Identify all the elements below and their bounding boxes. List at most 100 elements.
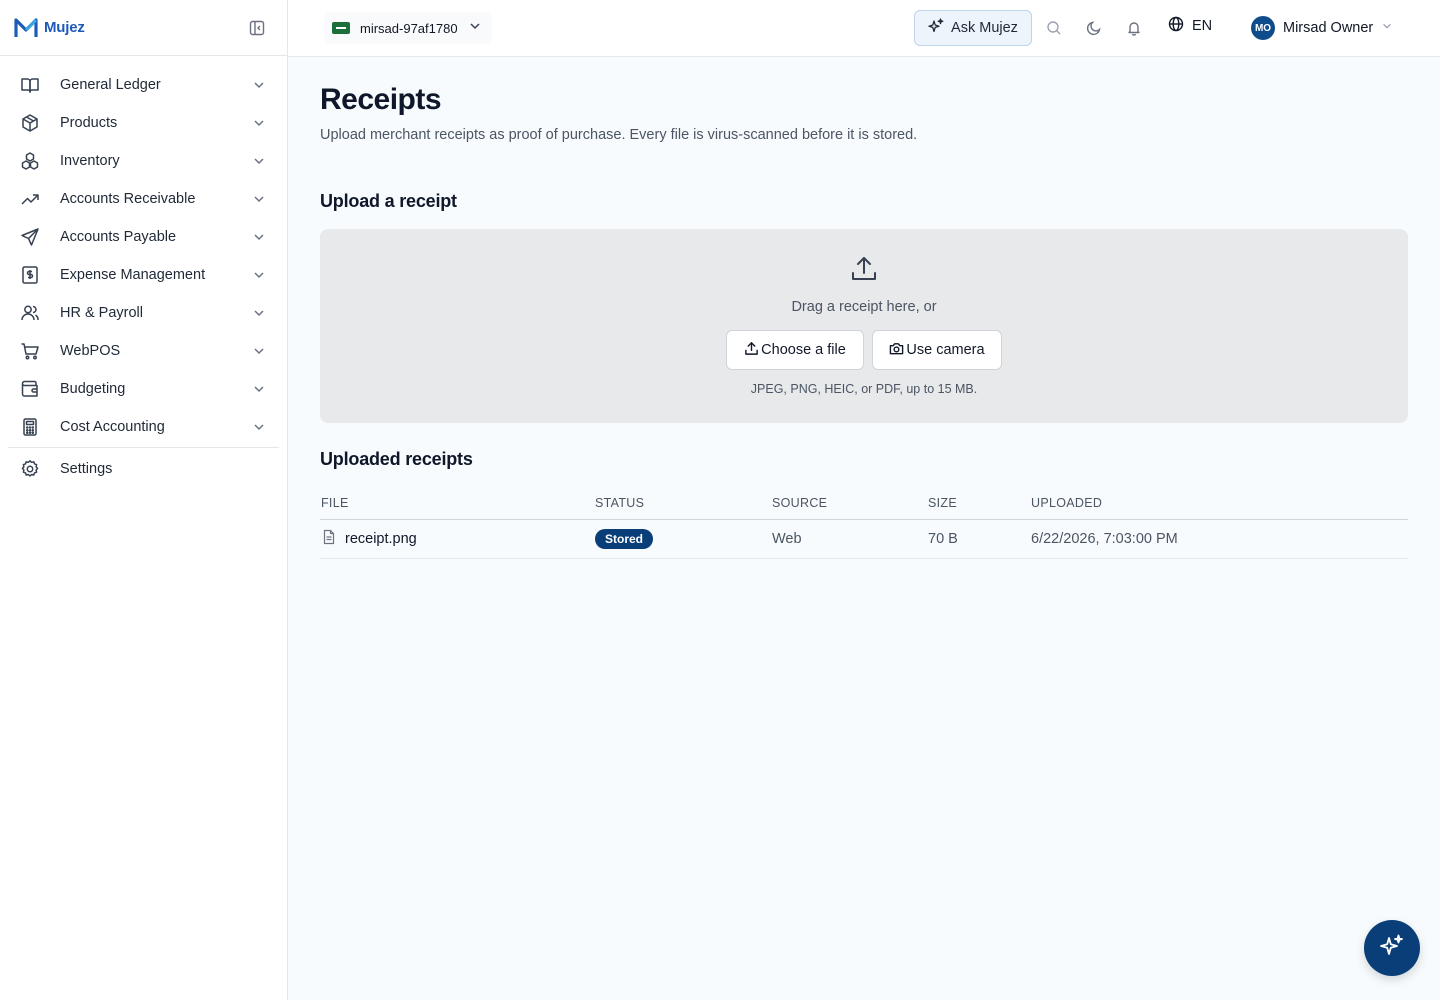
sidebar-item-cost-accounting[interactable]: Cost Accounting <box>8 408 279 446</box>
gear-icon <box>20 459 40 479</box>
sidebar-item-label: Settings <box>60 461 113 477</box>
chevron-down-icon <box>251 305 267 321</box>
ask-mujez-label: Ask Mujez <box>951 20 1018 36</box>
sidebar-item-label: Accounts Payable <box>60 229 177 245</box>
chevron-down-icon <box>251 267 267 283</box>
wallet-icon <box>20 379 40 399</box>
status-badge: Stored <box>595 529 654 549</box>
sidebar-item-products[interactable]: Products <box>8 104 279 142</box>
receipts-table: FILE STATUS SOURCE SIZE UPLOADED receipt… <box>320 487 1408 559</box>
topbar: mirsad-97af1780 Ask Mujez EN MO Mirsad O… <box>288 0 1440 57</box>
chevron-down-icon <box>251 77 267 93</box>
send-icon <box>20 227 40 247</box>
flag-icon <box>332 22 350 34</box>
org-name: mirsad-97af1780 <box>360 20 458 36</box>
receipt-dollar-icon <box>20 265 40 285</box>
mujez-logo-icon <box>14 17 38 37</box>
search-icon[interactable] <box>1044 18 1064 38</box>
calculator-icon <box>20 417 40 437</box>
sidebar-header: Mujez <box>0 0 287 56</box>
boxes-icon <box>20 151 40 171</box>
receipt-dropzone[interactable]: Drag a receipt here, or Choose a file Us… <box>320 229 1408 423</box>
column-header-source: SOURCE <box>772 496 828 510</box>
upload-heading: Upload a receipt <box>320 191 457 211</box>
avatar: MO <box>1251 16 1275 40</box>
user-name: Mirsad Owner <box>1283 20 1374 36</box>
sidebar-item-webpos[interactable]: WebPOS <box>8 332 279 370</box>
column-header-size: SIZE <box>928 496 957 510</box>
sidebar-item-label: Inventory <box>60 153 120 169</box>
dropzone-text: Drag a receipt here, or <box>791 299 937 315</box>
cell-uploaded: 6/22/2026, 7:03:00 PM <box>1031 531 1178 547</box>
chevron-down-icon <box>251 419 267 435</box>
chevron-down-icon <box>251 229 267 245</box>
sidebar-divider <box>8 447 279 448</box>
package-icon <box>20 113 40 133</box>
cell-status: Stored <box>595 529 772 549</box>
brand-logo[interactable]: Mujez <box>14 17 85 39</box>
brand-name: Mujez <box>44 19 85 36</box>
camera-icon <box>889 341 904 360</box>
sidebar-item-label: HR & Payroll <box>60 305 143 321</box>
ask-mujez-button[interactable]: Ask Mujez <box>914 10 1032 46</box>
org-switcher[interactable]: mirsad-97af1780 <box>324 12 492 44</box>
language-switcher[interactable]: EN <box>1168 16 1212 36</box>
column-header-uploaded: UPLOADED <box>1031 496 1103 510</box>
language-label: EN <box>1192 18 1213 34</box>
sidebar-item-general-ledger[interactable]: General Ledger <box>8 66 279 104</box>
sidebar-item-label: WebPOS <box>60 343 121 359</box>
bell-icon[interactable] <box>1124 18 1144 38</box>
use-camera-button[interactable]: Use camera <box>872 330 1002 370</box>
cart-icon <box>20 341 40 361</box>
sidebar-item-label: Accounts Receivable <box>60 191 196 207</box>
moon-icon[interactable] <box>1084 18 1104 38</box>
sidebar-item-inventory[interactable]: Inventory <box>8 142 279 180</box>
upload-icon <box>744 341 759 360</box>
column-header-file: FILE <box>321 496 349 510</box>
chevron-down-icon <box>251 191 267 207</box>
cell-source: Web <box>772 531 802 547</box>
sidebar-item-label: Expense Management <box>60 267 206 283</box>
cell-size: 70 B <box>928 531 958 547</box>
sidebar: Mujez General Ledger Products Inventory … <box>0 0 288 1000</box>
book-open-icon <box>20 75 40 95</box>
sidebar-nav: General Ledger Products Inventory Accoun… <box>0 56 287 488</box>
chevron-down-icon <box>251 343 267 359</box>
column-header-status: STATUS <box>595 496 645 510</box>
chevron-down-icon <box>251 153 267 169</box>
use-camera-label: Use camera <box>906 342 985 358</box>
uploaded-heading: Uploaded receipts <box>320 449 473 469</box>
sparkles-icon <box>928 18 944 38</box>
choose-file-button[interactable]: Choose a file <box>726 330 864 370</box>
sidebar-collapse-icon[interactable] <box>247 18 267 38</box>
users-icon <box>20 303 40 323</box>
trending-up-icon <box>20 189 40 209</box>
user-menu[interactable]: MO Mirsad Owner <box>1251 16 1393 40</box>
table-header: FILE STATUS SOURCE SIZE UPLOADED <box>320 487 1408 520</box>
sidebar-item-accounts-receivable[interactable]: Accounts Receivable <box>8 180 279 218</box>
file-icon <box>321 529 337 549</box>
upload-hint: JPEG, PNG, HEIC, or PDF, up to 15 MB. <box>750 382 978 396</box>
chevron-down-icon <box>251 115 267 131</box>
page-description: Upload merchant receipts as proof of pur… <box>320 127 918 143</box>
page-title: Receipts <box>320 83 442 116</box>
sidebar-item-label: Cost Accounting <box>60 419 165 435</box>
sidebar-item-hr-payroll[interactable]: HR & Payroll <box>8 294 279 332</box>
chevron-down-icon <box>468 19 482 38</box>
file-name-link[interactable]: receipt.png <box>345 531 417 547</box>
sidebar-item-label: Products <box>60 115 118 131</box>
sidebar-item-label: Budgeting <box>60 381 126 397</box>
cell-file: receipt.png <box>320 529 595 549</box>
sidebar-item-accounts-payable[interactable]: Accounts Payable <box>8 218 279 256</box>
chevron-down-icon <box>1381 19 1393 37</box>
chevron-down-icon <box>251 381 267 397</box>
sidebar-item-budgeting[interactable]: Budgeting <box>8 370 279 408</box>
table-row[interactable]: receipt.png Stored Web 70 B 6/22/2026, 7… <box>320 520 1408 559</box>
sidebar-item-label: General Ledger <box>60 77 161 93</box>
globe-icon <box>1168 16 1184 36</box>
sparkles-icon <box>1379 933 1405 964</box>
assistant-fab-button[interactable] <box>1364 920 1420 976</box>
sidebar-item-settings[interactable]: Settings <box>8 450 279 488</box>
choose-file-label: Choose a file <box>761 342 846 358</box>
sidebar-item-expense-management[interactable]: Expense Management <box>8 256 279 294</box>
